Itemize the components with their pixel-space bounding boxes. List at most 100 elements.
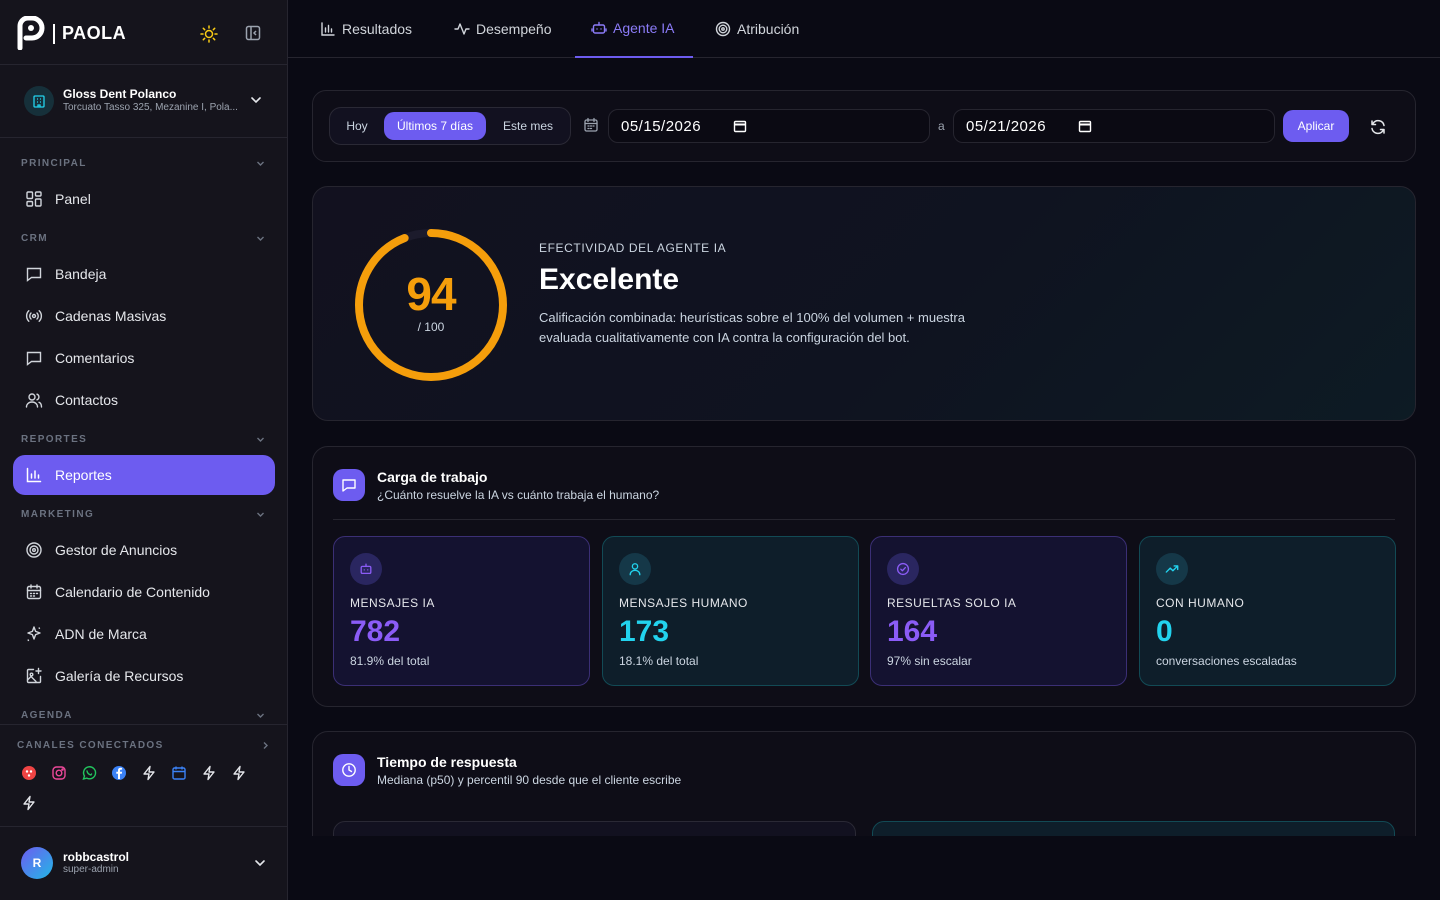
sidebar: PAOLA Gloss Dent Polanco Torcuato Tasso … [0, 0, 288, 900]
score-max: / 100 [417, 320, 445, 334]
tab-atribucion[interactable]: Atribución [715, 0, 799, 58]
clock-icon [333, 754, 365, 786]
range-presets: Hoy Últimos 7 días Este mes [329, 107, 571, 145]
calendar-icon [26, 584, 42, 600]
tab-resultados[interactable]: Resultados [320, 0, 412, 58]
stat-label: CON HUMANO [1156, 596, 1245, 610]
sidebar-item-cadenas[interactable]: Cadenas Masivas [13, 296, 275, 336]
paola-logo-icon[interactable] [16, 16, 46, 50]
bolt-icon[interactable] [231, 765, 247, 781]
message-square-icon [26, 267, 42, 282]
chevron-right-icon[interactable] [260, 740, 271, 751]
workload-title: Carga de trabajo [377, 469, 488, 485]
target-icon [26, 542, 42, 558]
account-switcher[interactable]: Gloss Dent Polanco Torcuato Tasso 325, M… [0, 65, 287, 138]
account-name: Gloss Dent Polanco [63, 87, 177, 101]
tab-label: Desempeño [476, 21, 552, 37]
sidebar-item-label: Reportes [55, 467, 112, 483]
stat-footnote: 97% sin escalar [887, 654, 972, 668]
section-marketing[interactable]: MARKETING [21, 509, 266, 520]
tab-agente-ia[interactable]: Agente IA [575, 0, 693, 58]
sidebar-item-label: Cadenas Masivas [55, 308, 167, 324]
bolt-icon[interactable] [21, 795, 37, 811]
section-principal[interactable]: PRINCIPAL [21, 158, 266, 169]
red-channel-icon[interactable] [21, 765, 37, 781]
response-time-card: Tiempo de respuesta Mediana (p50) y perc… [312, 731, 1416, 836]
stat-value: 782 [350, 615, 401, 648]
bar-chart-icon [321, 22, 335, 36]
section-reportes[interactable]: REPORTES [21, 434, 266, 445]
whatsapp-icon[interactable] [81, 765, 97, 781]
instagram-icon[interactable] [51, 765, 67, 781]
comment-icon [26, 351, 42, 366]
message-square-icon [333, 469, 365, 501]
brand-name: PAOLA [62, 23, 127, 43]
date-from-value: 05/15/2026 [621, 117, 702, 135]
collapse-sidebar-icon[interactable] [244, 24, 262, 42]
connected-channels: CANALES CONECTADOS [0, 724, 287, 827]
range-este-mes-button[interactable]: Este mes [490, 112, 566, 140]
tab-desempeno[interactable]: Desempeño [454, 0, 552, 58]
target-icon [715, 21, 731, 37]
bolt-icon[interactable] [141, 765, 157, 781]
section-crm[interactable]: CRM [21, 233, 266, 244]
range-ultimos-7-dias-button[interactable]: Últimos 7 días [384, 112, 486, 140]
trending-up-icon [1156, 553, 1188, 585]
tab-label: Resultados [342, 21, 413, 37]
stat-con-humano: CON HUMANO 0 conversaciones escaladas [1139, 536, 1396, 686]
stat-label: MENSAJES IA [350, 596, 435, 610]
response-p50-panel [333, 821, 856, 836]
date-to-input[interactable]: 05/21/2026 [953, 109, 1275, 143]
sidebar-item-calendario[interactable]: Calendario de Contenido [13, 572, 275, 612]
section-agenda[interactable]: AGENDA [21, 710, 266, 721]
sidebar-item-bandeja[interactable]: Bandeja [13, 254, 275, 294]
avatar: R [21, 847, 53, 879]
stat-mensajes-ia: MENSAJES IA 782 81.9% del total [333, 536, 590, 686]
date-range-separator: a [938, 119, 945, 133]
chevron-down-icon [257, 236, 264, 241]
sidebar-item-panel[interactable]: Panel [13, 179, 275, 219]
sidebar-item-label: ADN de Marca [55, 626, 147, 642]
chevron-down-icon[interactable] [249, 93, 263, 107]
sidebar-item-gestor-anuncios[interactable]: Gestor de Anuncios [13, 530, 275, 570]
calendar-icon [584, 117, 598, 132]
main-content: Hoy Últimos 7 días Este mes 05/15/2026 a… [288, 58, 1440, 836]
stat-footnote: 18.1% del total [619, 654, 699, 668]
chevron-down-icon[interactable] [253, 856, 267, 870]
sun-icon[interactable] [200, 25, 218, 43]
chevron-down-icon [257, 713, 264, 718]
calendar-picker-icon[interactable] [1078, 119, 1092, 133]
chevron-down-icon [257, 512, 264, 517]
refresh-icon[interactable] [1369, 118, 1387, 136]
facebook-icon[interactable] [111, 765, 127, 781]
response-subtitle: Mediana (p50) y percentil 90 desde que e… [377, 773, 682, 787]
stat-footnote: conversaciones escaladas [1156, 654, 1297, 668]
sidebar-item-adn-marca[interactable]: ADN de Marca [13, 614, 275, 654]
sidebar-item-label: Gestor de Anuncios [55, 542, 178, 558]
sidebar-item-galeria[interactable]: Galería de Recursos [13, 656, 275, 696]
sidebar-item-reportes[interactable]: Reportes [13, 455, 275, 495]
user-menu[interactable]: R robbcastrol super-admin [0, 827, 287, 900]
stat-mensajes-humano: MENSAJES HUMANO 173 18.1% del total [602, 536, 859, 686]
bar-chart-icon [26, 467, 42, 483]
divider [333, 519, 1395, 520]
apply-button[interactable]: Aplicar [1283, 110, 1349, 142]
users-icon [25, 393, 43, 408]
range-hoy-button[interactable]: Hoy [334, 112, 380, 140]
section-principal-label: PRINCIPAL [21, 158, 87, 169]
stat-label: RESUELTAS SOLO IA [887, 596, 1017, 610]
sidebar-item-contactos[interactable]: Contactos [13, 380, 275, 420]
response-title: Tiempo de respuesta [377, 754, 517, 770]
sidebar-item-comentarios[interactable]: Comentarios [13, 338, 275, 378]
calendar-channel-icon[interactable] [171, 765, 187, 781]
user-name: robbcastrol [63, 850, 130, 864]
bolt-icon[interactable] [201, 765, 217, 781]
date-from-input[interactable]: 05/15/2026 [608, 109, 930, 143]
score-kicker: EFECTIVIDAD DEL AGENTE IA [539, 241, 727, 255]
calendar-picker-icon[interactable] [733, 119, 747, 133]
activity-icon [454, 23, 470, 35]
sidebar-nav: PRINCIPAL Panel CRM Bandeja Cadenas Masi… [0, 138, 287, 724]
stat-footnote: 81.9% del total [350, 654, 430, 668]
workload-subtitle: ¿Cuánto resuelve la IA vs cuánto trabaja… [377, 488, 660, 502]
tab-label: Atribución [737, 21, 800, 37]
